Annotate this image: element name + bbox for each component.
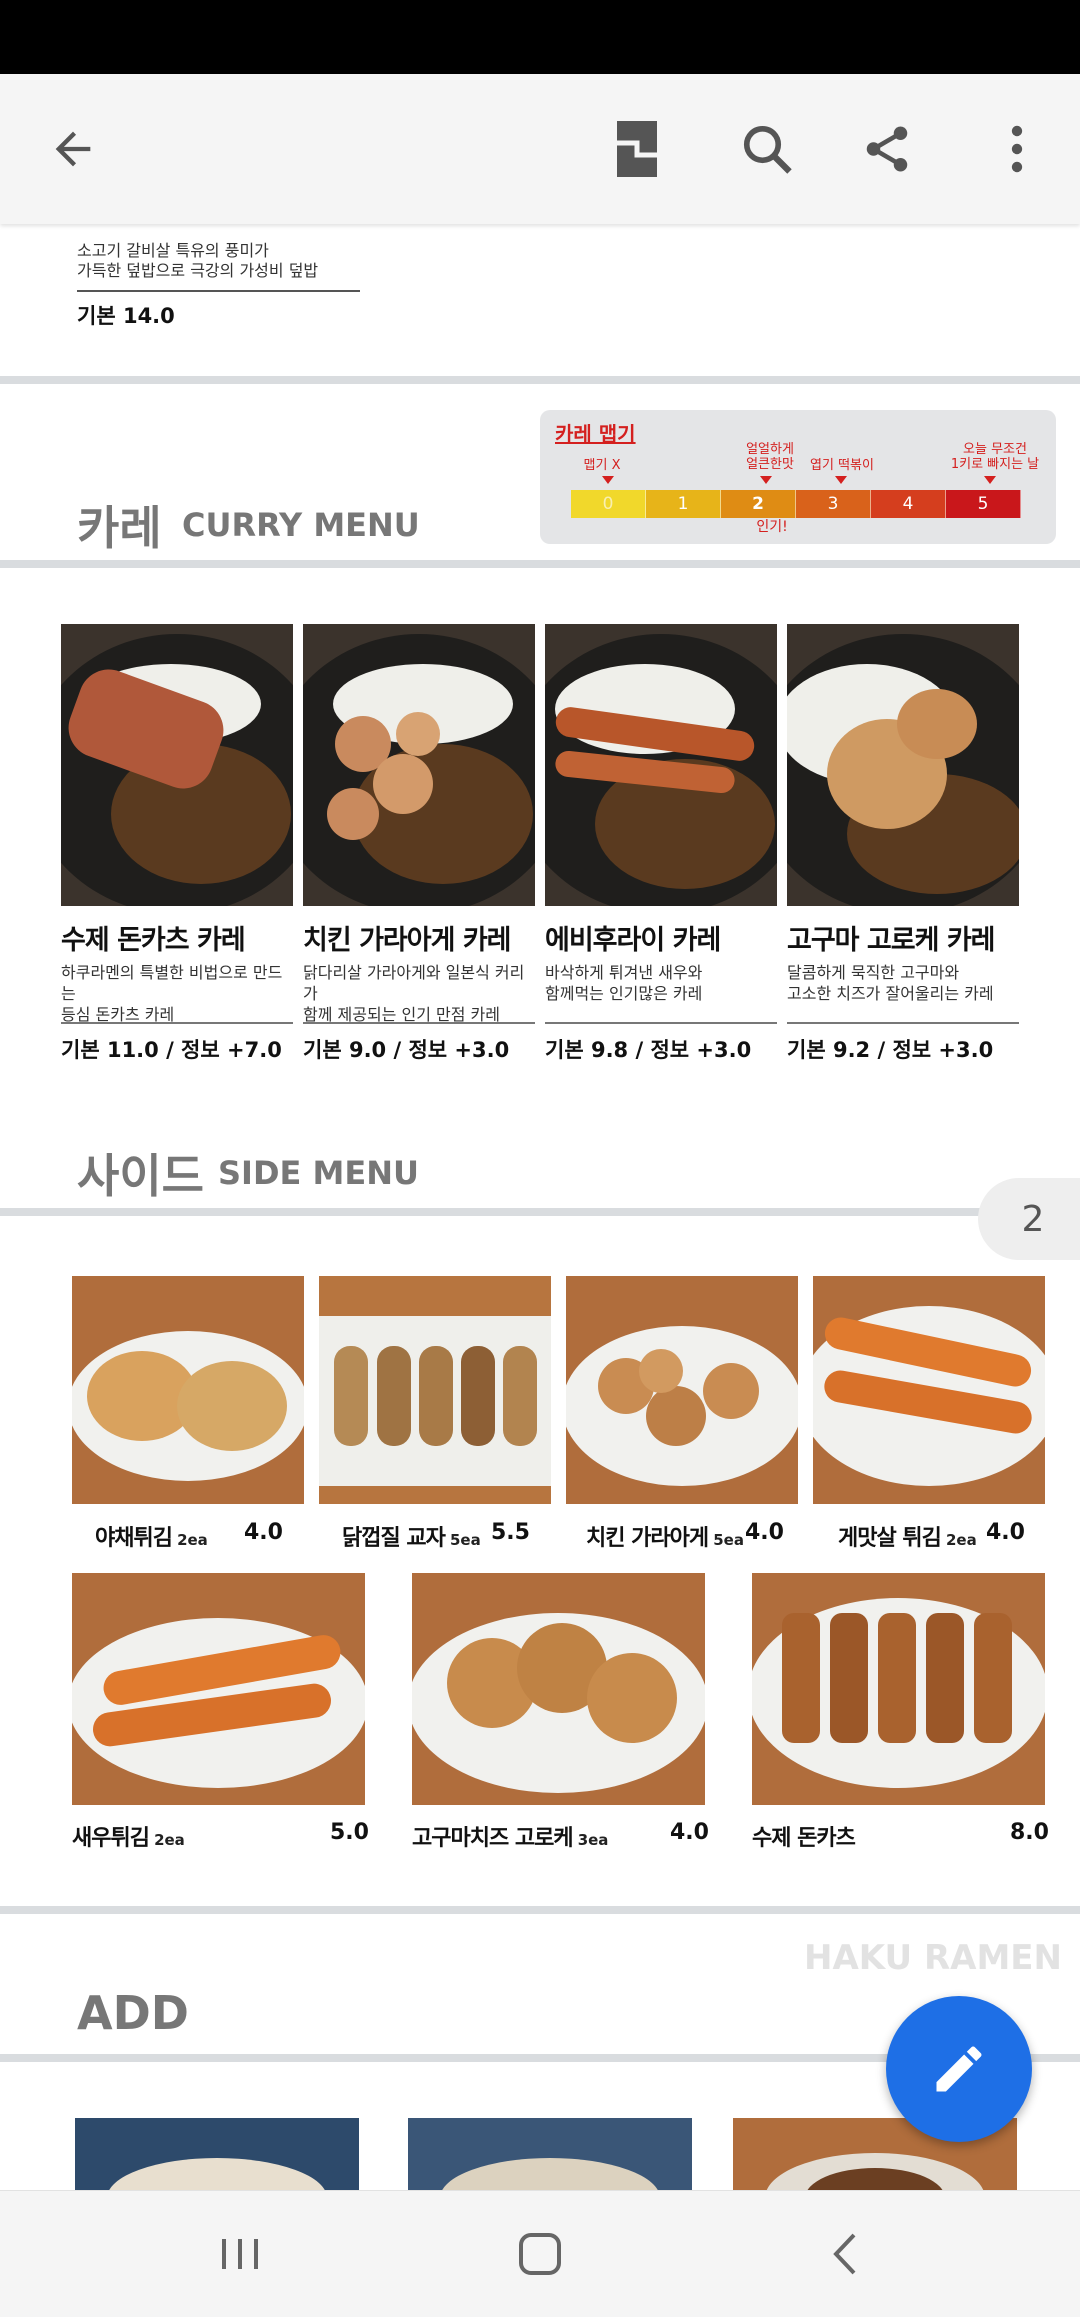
item-desc-line2: 가득한 덮밥으로 극강의 가성비 덮밥 bbox=[77, 261, 319, 280]
marker-icon bbox=[835, 476, 847, 484]
curry-photo bbox=[61, 624, 293, 906]
curry-title-ko: 카레 bbox=[77, 501, 162, 555]
side-photo bbox=[72, 1276, 304, 1504]
side-title-ko: 사이드 bbox=[77, 1149, 204, 1203]
divider bbox=[303, 1022, 535, 1024]
side-price: 4.0 bbox=[244, 1520, 283, 1545]
section-separator bbox=[0, 1208, 1080, 1216]
document-view[interactable]: 소고기 갈비살 특유의 풍미가 가득한 덮밥으로 극강의 가성비 덮밥 기본 1… bbox=[0, 224, 1080, 2190]
page-icon[interactable] bbox=[592, 104, 682, 194]
back-arrow-icon[interactable] bbox=[28, 104, 118, 194]
curry-price: 기본 9.8 / 정보 +3.0 bbox=[545, 1038, 752, 1062]
curry-price: 기본 9.0 / 정보 +3.0 bbox=[303, 1038, 510, 1062]
side-price: 4.0 bbox=[745, 1520, 784, 1545]
curry-price: 기본 9.2 / 정보 +3.0 bbox=[787, 1038, 994, 1062]
side-price: 4.0 bbox=[670, 1820, 709, 1845]
curry-price: 기본 11.0 / 정보 +7.0 bbox=[61, 1038, 282, 1062]
spice-label-3: 엽기 떡볶이 bbox=[810, 458, 874, 473]
marker-icon bbox=[760, 476, 772, 484]
spice-level-1: 1 bbox=[646, 490, 721, 518]
side-item: 수제 돈카츠 bbox=[752, 1826, 856, 1851]
curry-photo bbox=[787, 624, 1019, 906]
spice-level-chart: 카레 맵기 맵기 X 얼얼하게 얼큰한맛 엽기 떡볶이 오늘 무조건 1키로 빠… bbox=[540, 410, 1056, 544]
side-item: 고구마치즈 고로케 3ea bbox=[412, 1826, 609, 1851]
side-photo bbox=[412, 1573, 705, 1805]
side-photo bbox=[813, 1276, 1045, 1504]
back-nav-icon[interactable] bbox=[818, 2227, 878, 2281]
spice-level-3: 3 bbox=[796, 490, 871, 518]
edit-button[interactable] bbox=[886, 1996, 1032, 2142]
side-photo bbox=[752, 1573, 1045, 1805]
add-title: ADD bbox=[77, 1986, 189, 2040]
popular-label: 인기! bbox=[756, 519, 788, 535]
share-icon[interactable] bbox=[842, 104, 932, 194]
section-separator bbox=[0, 560, 1080, 568]
marker-icon bbox=[602, 476, 614, 484]
add-photo bbox=[75, 2118, 359, 2190]
curry-desc: 하쿠라멘의 특별한 비법으로 만드는 등심 돈카츠 카레 bbox=[61, 963, 283, 1024]
spice-level-0: 0 bbox=[571, 490, 646, 518]
curry-photo bbox=[545, 624, 777, 906]
home-icon[interactable] bbox=[510, 2227, 570, 2281]
spice-scale: 0 1 2 3 4 5 bbox=[571, 490, 1021, 518]
more-icon[interactable] bbox=[972, 104, 1062, 194]
divider bbox=[545, 1022, 777, 1024]
item-desc-line1: 소고기 갈비살 특유의 풍미가 bbox=[77, 241, 269, 260]
curry-desc: 달콤하게 묵직한 고구마와 고소한 치즈가 잘어울리는 카레 bbox=[787, 963, 994, 1003]
side-photo bbox=[72, 1573, 365, 1805]
side-price: 8.0 bbox=[1010, 1820, 1049, 1845]
section-separator bbox=[0, 376, 1080, 384]
side-price: 5.0 bbox=[330, 1820, 369, 1845]
curry-photo bbox=[303, 624, 535, 906]
divider bbox=[787, 1022, 1019, 1024]
side-photo bbox=[319, 1276, 551, 1504]
side-item: 새우튀김 2ea bbox=[72, 1826, 185, 1851]
spice-level-2: 2 bbox=[721, 490, 796, 518]
item-price: 기본 14.0 bbox=[77, 304, 175, 328]
section-separator bbox=[0, 1906, 1080, 1914]
divider bbox=[77, 290, 360, 292]
brand-watermark: HAKU RAMEN bbox=[804, 1938, 1062, 1978]
curry-desc: 바삭하게 튀겨낸 새우와 함께먹는 인기많은 카레 bbox=[545, 963, 703, 1003]
status-bar bbox=[0, 0, 1080, 74]
search-icon[interactable] bbox=[722, 104, 812, 194]
page-number-badge: 2 bbox=[978, 1178, 1080, 1260]
curry-desc: 닭다리살 가라아게와 일본식 커리가 함께 제공되는 인기 만점 카레 bbox=[303, 963, 525, 1024]
add-photo bbox=[408, 2118, 692, 2190]
curry-name: 에비후라이 카레 bbox=[545, 925, 721, 956]
curry-name: 치킨 가라아게 카레 bbox=[303, 925, 512, 956]
spice-label-0: 맵기 X bbox=[583, 458, 621, 473]
navigation-bar bbox=[0, 2190, 1080, 2317]
divider bbox=[61, 1022, 293, 1024]
spice-level-4: 4 bbox=[871, 490, 946, 518]
side-price: 4.0 bbox=[986, 1520, 1025, 1545]
spice-level-5: 5 bbox=[946, 490, 1021, 518]
pencil-icon bbox=[936, 2046, 982, 2092]
spice-label-2: 얼얼하게 얼큰한맛 bbox=[746, 442, 794, 472]
curry-name: 수제 돈카츠 카레 bbox=[61, 925, 246, 956]
side-price: 5.5 bbox=[491, 1520, 530, 1545]
curry-name: 고구마 고로케 카레 bbox=[787, 925, 996, 956]
spice-label-5: 오늘 무조건 1키로 빠지는 날 bbox=[950, 442, 1040, 472]
curry-title-en: CURRY MENU bbox=[182, 506, 420, 544]
top-toolbar bbox=[0, 74, 1080, 224]
recent-apps-icon[interactable] bbox=[210, 2227, 270, 2281]
spice-title: 카레 맵기 bbox=[555, 422, 636, 446]
marker-icon bbox=[984, 476, 996, 484]
side-photo bbox=[566, 1276, 798, 1504]
side-title-en: SIDE MENU bbox=[218, 1154, 419, 1192]
